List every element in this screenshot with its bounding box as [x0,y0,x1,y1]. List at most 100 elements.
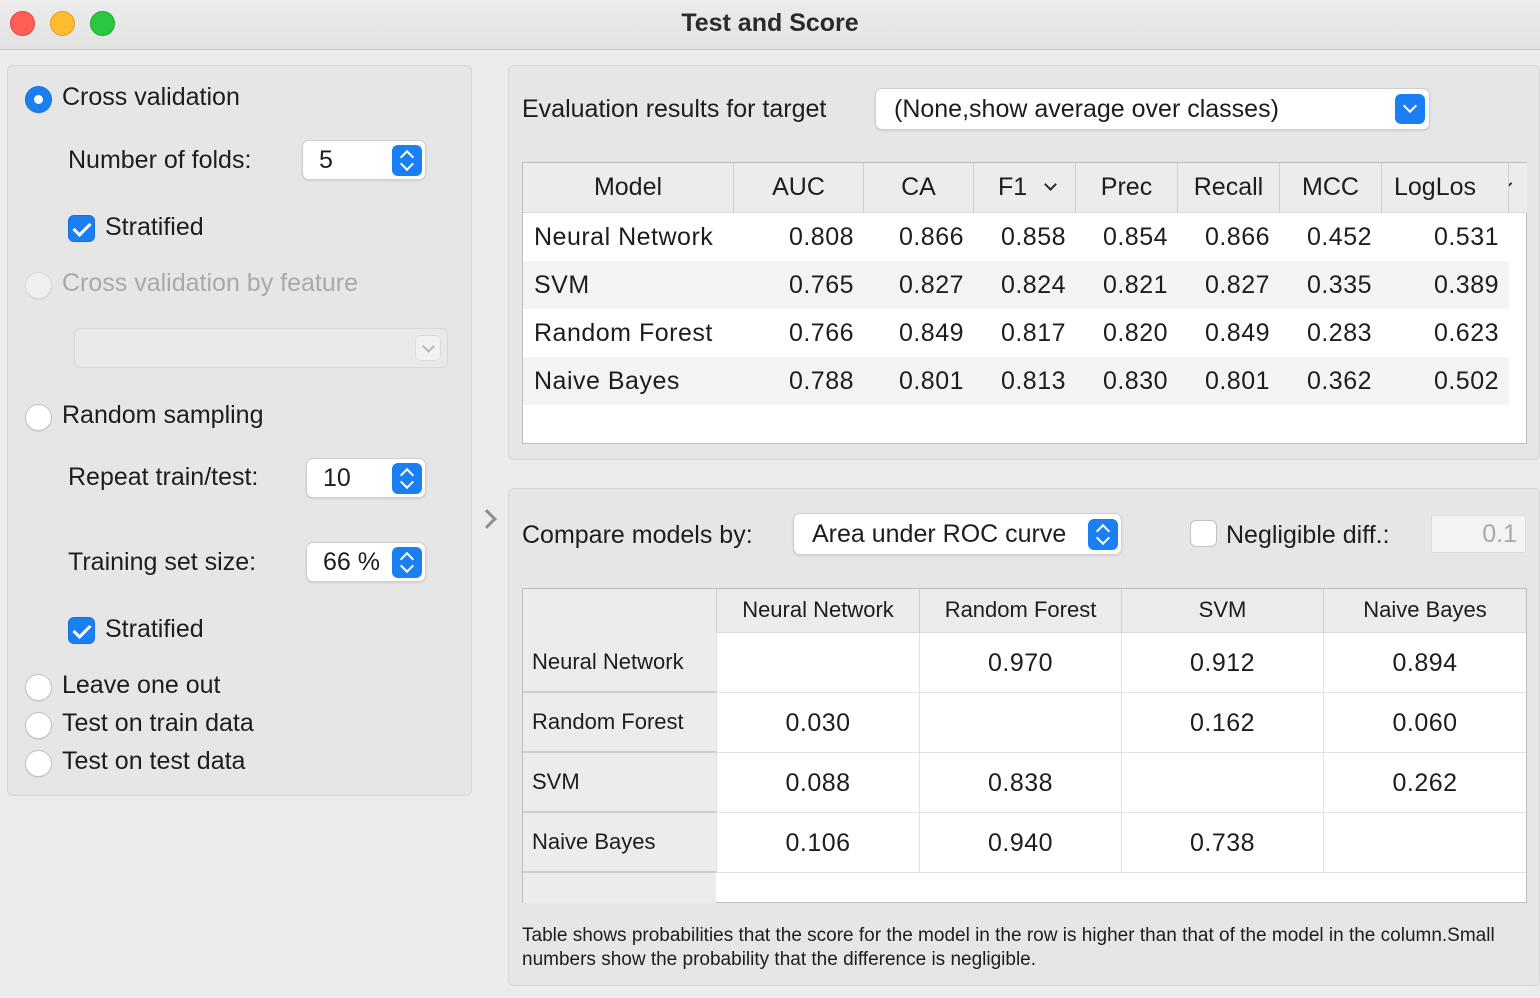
value-cell: 0.335 [1306,271,1372,299]
value-cell: 0.849 [898,319,964,347]
row-header: Random Forest [523,693,716,753]
table-row[interactable]: Random Forest 0.766 0.849 0.817 0.820 0.… [523,309,1509,357]
value-cell: 0.801 [1204,367,1270,395]
value-cell: 0.849 [1204,319,1270,347]
train-size-stepper-icon[interactable] [392,547,422,578]
comparison-note: Table shows probabilities that the score… [522,925,1495,970]
model-cell: SVM [534,271,590,299]
leave-one-out-radio[interactable] [25,674,52,701]
chevron-down-icon [415,335,441,361]
stratified2-checkbox[interactable] [68,617,95,644]
negligible-checkbox[interactable] [1190,520,1217,547]
cross-validation-label[interactable]: Cross validation [62,83,240,112]
comparison-cell: 0.030 [716,693,919,753]
value-cell: 0.854 [1102,223,1168,251]
test-on-test-label[interactable]: Test on test data [62,747,245,776]
model-cell: Random Forest [534,319,713,347]
cross-validation-radio[interactable] [25,86,52,113]
cv-by-feature-radio[interactable] [25,272,52,299]
random-sampling-label[interactable]: Random sampling [62,401,264,430]
chevron-down-icon [1509,175,1513,192]
repeat-stepper-icon[interactable] [392,463,422,494]
value-cell: 0.788 [788,367,854,395]
repeat-spinbox[interactable]: 10 [306,458,426,498]
comparison-cell [716,633,919,693]
test-on-test-radio[interactable] [25,750,52,777]
model-cell: Neural Network [534,223,714,251]
table-row[interactable]: Neural Network 0.808 0.866 0.858 0.854 0… [523,213,1509,261]
folds-value: 5 [319,146,333,174]
table-row[interactable]: SVM 0.765 0.827 0.824 0.821 0.827 0.335 … [523,261,1509,309]
folds-spinbox[interactable]: 5 [302,140,426,180]
stratified-checkbox[interactable] [68,215,95,242]
column-header: Neural Network [716,589,919,633]
sampling-panel: Cross validation Number of folds: 5 Stra… [7,65,472,796]
compare-select[interactable]: Area under ROC curve [793,513,1122,555]
logloss-header-label: LogLos [1394,173,1477,201]
comparison-cell: 0.088 [716,753,919,813]
value-cell: 0.813 [1000,367,1066,395]
repeat-label: Repeat train/test: [68,463,259,491]
target-label: Evaluation results for target [522,95,827,123]
target-select[interactable]: (None,show average over classes) [875,88,1430,130]
comparison-cell: 0.894 [1323,633,1526,693]
comparison-cell: 0.738 [1121,813,1323,873]
comparison-cell: 0.262 [1323,753,1526,813]
value-cell: 0.827 [898,271,964,299]
random-sampling-radio[interactable] [25,404,52,431]
folds-label: Number of folds: [68,146,252,174]
column-header: Random Forest [919,589,1121,633]
column-header-prec[interactable]: Prec [1076,163,1178,213]
negligible-input[interactable]: 0.1 [1431,515,1526,553]
column-header-auc[interactable]: AUC [734,163,864,213]
negligible-label[interactable]: Negligible diff.: [1226,521,1390,550]
comparison-cell [919,693,1121,753]
column-header-ca[interactable]: CA [864,163,974,213]
column-header-model[interactable]: Model [523,163,734,213]
compare-label: Compare models by: [522,521,753,549]
value-cell: 0.827 [1204,271,1270,299]
chevron-down-icon [1395,94,1425,124]
stratified2-label[interactable]: Stratified [105,615,204,644]
value-cell: 0.502 [1433,367,1499,395]
column-header: SVM [1121,589,1323,633]
sort-indicator-icon [1044,178,1057,191]
f1-header-label: F1 [998,173,1028,201]
comparison-cell [1323,813,1526,873]
value-cell: 0.817 [1000,319,1066,347]
comparison-cell: 0.060 [1323,693,1526,753]
train-size-spinbox[interactable]: 66 % [306,542,426,582]
test-on-train-label[interactable]: Test on train data [62,709,254,738]
column-header-recall[interactable]: Recall [1178,163,1280,213]
row-header: Neural Network [523,633,716,693]
value-cell: 0.830 [1102,367,1168,395]
compare-stepper-icon [1088,519,1118,550]
comparison-cell: 0.940 [919,813,1121,873]
value-cell: 0.766 [788,319,854,347]
folds-stepper-icon[interactable] [392,145,422,176]
row-header: Naive Bayes [523,813,716,873]
chevron-right-icon[interactable] [477,509,497,529]
feature-select[interactable] [74,328,448,368]
column-header: Naive Bayes [1323,589,1526,633]
header-scroll-cap [1509,163,1527,213]
comparison-table: Neural Network Random Forest SVM Naive B… [522,588,1527,903]
test-on-train-radio[interactable] [25,712,52,739]
value-cell: 0.821 [1102,271,1168,299]
value-cell: 0.824 [1000,271,1066,299]
value-cell: 0.820 [1102,319,1168,347]
column-header-mcc[interactable]: MCC [1280,163,1382,213]
comparison-cell: 0.838 [919,753,1121,813]
repeat-value: 10 [323,464,351,492]
target-value: (None,show average over classes) [894,95,1279,123]
value-cell: 0.808 [788,223,854,251]
comparison-cell: 0.162 [1121,693,1323,753]
value-cell: 0.389 [1433,271,1499,299]
leave-one-out-label[interactable]: Leave one out [62,671,220,700]
column-header-f1[interactable]: F1 [974,163,1076,213]
table-row[interactable]: Naive Bayes 0.788 0.801 0.813 0.830 0.80… [523,357,1509,405]
stratified-label[interactable]: Stratified [105,213,204,242]
comparison-cell: 0.106 [716,813,919,873]
value-cell: 0.858 [1000,223,1066,251]
column-header-logloss[interactable]: LogLos [1382,163,1509,213]
